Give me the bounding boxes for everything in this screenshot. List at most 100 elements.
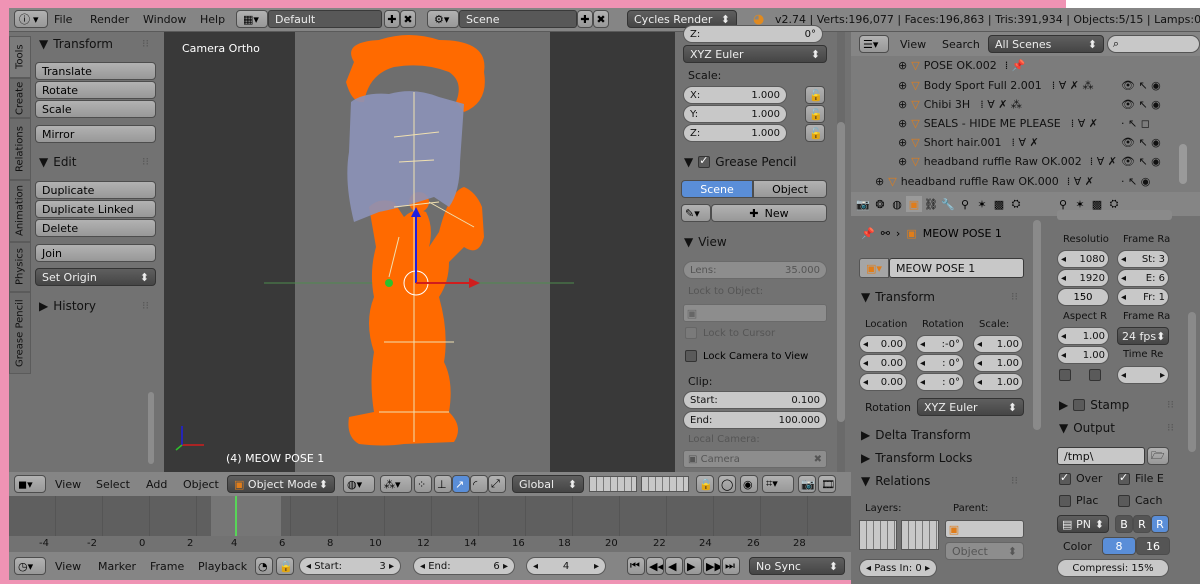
tab-animation[interactable]: Animation [9, 180, 31, 242]
layers-grid-a[interactable] [859, 520, 897, 550]
tab-relations[interactable]: Relations [9, 118, 31, 180]
material-tab-icon[interactable]: ✶ [974, 196, 990, 212]
delete-scene-button[interactable]: ✖ [593, 10, 609, 28]
scale-y-field[interactable]: ◂ 1.00 [973, 354, 1023, 372]
overwrite-option[interactable]: Over [1059, 471, 1102, 485]
outliner-row[interactable]: ⊕ ▽ Chibi 3H ⁞ ∀ ✗ ⁂ 👁 ↖ ◉ [851, 95, 1200, 114]
npanel-scrollbar[interactable] [837, 122, 845, 422]
end-frame-field[interactable]: ◂ End: 6 ▸ [413, 557, 515, 575]
outliner-row[interactable]: ⊕ ▽ Body Sport Full 2.001 ⁞ ∀ ✗ ⁂ 👁 ↖ ◉ [851, 76, 1200, 95]
menu-marker[interactable]: Marker [98, 560, 136, 573]
constraints-tab-icon[interactable]: ⛓ [923, 196, 939, 212]
color-rgba-button[interactable]: R [1151, 515, 1169, 533]
transform-section-header[interactable]: ▼ Transform [861, 287, 935, 307]
file-extensions-option[interactable]: File E [1118, 471, 1164, 485]
play-icon[interactable]: ▶ [684, 557, 702, 575]
outliner-row[interactable]: ⊕ ▽ headband ruffle Raw OK.000 ⁞ ∀ ✗ · ↖ ◉ [851, 172, 1200, 191]
snap-icon[interactable]: ◉ [740, 475, 758, 493]
transform-orientation-select[interactable]: Global ⬍ [512, 475, 584, 493]
tab-grease-pencil[interactable]: Grease Pencil [9, 292, 31, 374]
pin-icon[interactable]: 📌 [861, 227, 875, 240]
scene-layers-a[interactable] [589, 476, 637, 492]
scale-z-field[interactable]: Z: 1.000 [683, 124, 787, 142]
lock-object-field[interactable]: ▣ [683, 304, 827, 322]
menu-object[interactable]: Object [183, 478, 219, 491]
grease-pencil-header[interactable]: ▼Grease Pencil [684, 152, 796, 172]
color-rgb-button[interactable]: R [1133, 515, 1151, 533]
menu-render[interactable]: Render [90, 13, 129, 26]
location-y-field[interactable]: ◂ 0.00 [859, 354, 907, 372]
outliner-row[interactable]: ⊕ ▽ SEALS - HIDE ME PLEASE ⁞ ∀ ✗ · ↖ ◻ [851, 114, 1200, 133]
relations-header[interactable]: ▼ Relations [861, 471, 930, 491]
file-format-select[interactable]: ▤ PN ⬍ [1057, 515, 1109, 533]
duplicate-linked-button[interactable]: Duplicate Linked [35, 200, 156, 218]
output-path-field[interactable]: /tmp\ [1057, 447, 1145, 465]
object-toggle-button[interactable]: Object [753, 180, 827, 198]
current-frame-indicator[interactable] [235, 496, 237, 538]
depth-16-button[interactable]: 16 [1136, 537, 1170, 555]
depth-8-button[interactable]: 8 [1102, 537, 1136, 555]
location-z-field[interactable]: ◂ 0.00 [859, 373, 907, 391]
prev-keyframe-icon[interactable]: ◀◀ [646, 557, 664, 575]
color-bw-button[interactable]: B [1115, 515, 1133, 533]
outliner-scrollbar[interactable] [1179, 144, 1187, 184]
scale-manipulator-icon[interactable]: ⤢ [488, 475, 506, 493]
lock-scale-y-icon[interactable]: 🔓 [805, 105, 825, 123]
outliner-view-menu[interactable]: View [900, 38, 926, 51]
output-header[interactable]: ▼ Output [1059, 418, 1115, 438]
border-checkbox[interactable] [1089, 369, 1101, 381]
frame-start-field[interactable]: ◂ St: 3 [1117, 250, 1169, 268]
close-icon[interactable]: ✖ [814, 454, 822, 465]
interaction-mode-select[interactable]: ▣ Object Mode ⬍ [227, 475, 335, 493]
history-section-header[interactable]: ▶ History [39, 296, 96, 316]
rotation-x-field[interactable]: ◂:-0° [916, 335, 964, 353]
menu-playback[interactable]: Playback [198, 560, 247, 573]
scene-layers-b[interactable] [641, 476, 689, 492]
outliner-type-button[interactable]: ☰▾ [859, 35, 889, 53]
stamp-checkbox[interactable] [1073, 399, 1086, 411]
lock-camera-to-view-option[interactable]: Lock Camera to View [685, 350, 808, 362]
editor-type-button[interactable]: ◼ ▾ [14, 475, 46, 493]
outliner-row[interactable]: ⊕ ▽ Short hair.001 ⁞ ∀ ✗ 👁 ↖ ◉ [851, 133, 1200, 152]
object-data-tab-icon[interactable]: ⚲ [957, 196, 973, 212]
grease-pencil-checkbox[interactable] [698, 154, 711, 168]
jump-start-icon[interactable]: ⏮ [627, 557, 645, 575]
render-animation-icon[interactable]: 🎞 [818, 475, 836, 493]
start-frame-field[interactable]: ◂ Start: 3 ▸ [299, 557, 401, 575]
object-tab-icon[interactable]: ▣ [906, 196, 922, 212]
editor-type-button[interactable]: ⓘ ▾ [14, 10, 48, 28]
rotation-mode-select[interactable]: XYZ Euler ⬍ [917, 398, 1024, 416]
clip-end-field[interactable]: End: 100.000 [683, 411, 827, 429]
location-x-field[interactable]: ◂ 0.00 [859, 335, 907, 353]
pivot-point-button[interactable]: ⁂▾ [380, 475, 412, 493]
frame-step-field[interactable]: ◂ Fr: 1 [1117, 288, 1169, 306]
lock-scale-z-icon[interactable]: 🔓 [805, 124, 825, 142]
lock-frame-icon[interactable]: 🔒 [276, 557, 294, 575]
frame-rate-select[interactable]: 24 fps ⬍ [1117, 327, 1169, 345]
rotate-manipulator-icon[interactable]: ◜ [470, 475, 488, 493]
proportional-edit-icon[interactable]: ◯ [718, 475, 736, 493]
join-button[interactable]: Join [35, 244, 156, 262]
play-reverse-icon[interactable]: ◀ [665, 557, 683, 575]
parent-type-select[interactable]: Object ⬍ [945, 542, 1024, 560]
edit-section-header[interactable]: ▼ Edit [39, 152, 76, 172]
menu-help[interactable]: Help [200, 13, 225, 26]
render-preview-icon[interactable]: 📷 [798, 475, 816, 493]
local-camera-field[interactable]: ▣ Camera ✖ [683, 450, 827, 468]
snap-element-button[interactable]: ⌗▾ [762, 475, 794, 493]
transform-locks-header[interactable]: ▶ Transform Locks [861, 448, 972, 468]
modifiers-tab-icon[interactable]: 🔧 [940, 196, 956, 212]
tab-tools[interactable]: Tools [9, 36, 31, 78]
scale-y-field[interactable]: Y: 1.000 [683, 105, 787, 123]
drag-handle-icon[interactable]: ⁝⁝ [1167, 421, 1174, 434]
physics-tab-icon[interactable]: ⛭ [1008, 196, 1024, 212]
lock-to-cursor-option[interactable]: Lock to Cursor [685, 327, 775, 339]
object-name-field[interactable]: MEOW POSE 1 [889, 258, 1024, 278]
duplicate-button[interactable]: Duplicate [35, 181, 156, 199]
clip-start-field[interactable]: Start: 0.100 [683, 391, 827, 409]
current-frame-field[interactable]: ◂ 4 ▸ [526, 557, 606, 575]
editor-type-button[interactable]: ◷ ▾ [14, 557, 46, 575]
pencil-datablock-icon[interactable]: ✎▾ [681, 204, 711, 222]
sync-mode-select[interactable]: No Sync ⬍ [749, 557, 845, 575]
viewport-shading-button[interactable]: ◍▾ [343, 475, 375, 493]
